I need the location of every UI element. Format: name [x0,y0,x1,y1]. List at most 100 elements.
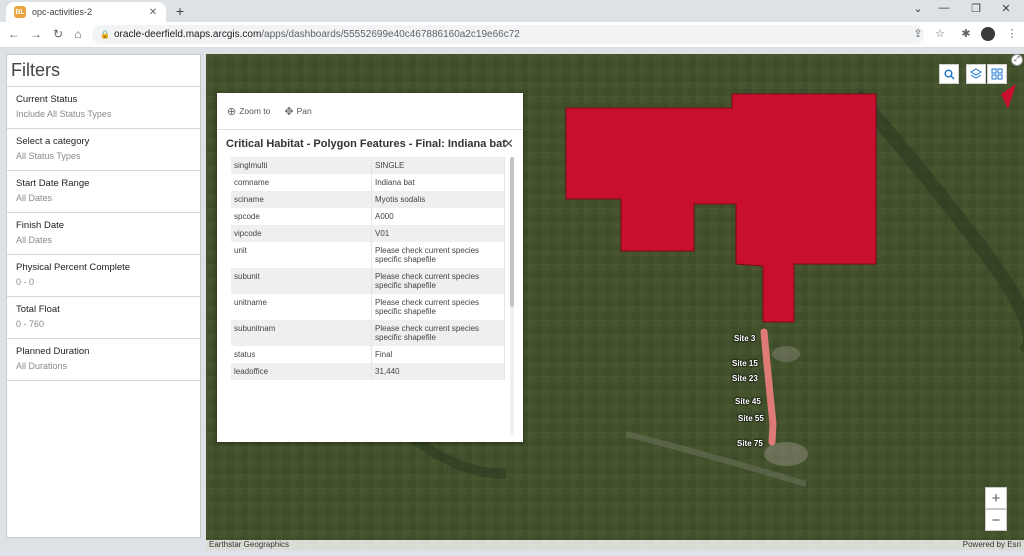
attr-value: 31,440 [371,363,505,380]
expand-icon[interactable]: ⤢ [1011,54,1023,66]
filters-title: Filters [11,60,60,80]
site-label[interactable]: Site 23 [732,374,758,383]
table-row: subunitnam Please check current species s… [231,320,505,346]
attr-value: Indiana bat [371,174,505,191]
address-bar[interactable]: 🔒 oracle-deerfield.maps.arcgis.com /apps… [92,25,924,44]
zoom-in-button[interactable]: + [985,487,1007,509]
popup-title: Critical Habitat - Polygon Features - Fi… [226,138,506,150]
basemap-gallery-button[interactable] [987,64,1007,84]
attribute-table: singlmulti SINGLE comname Indiana bat scin… [231,157,505,380]
browser-toolbar: ← → ↻ ⌂ 🔒 oracle-deerfield.maps.arcgis.c… [0,22,1024,48]
zoom-to-label: Zoom to [239,106,271,116]
maximize-icon[interactable]: ❐ [966,2,986,15]
attr-key: singlmulti [231,157,372,174]
attr-key: vipcode [231,225,372,242]
zoom-out-button[interactable]: − [985,509,1007,531]
attr-key: status [231,346,372,363]
attribution-esri[interactable]: Powered by Esri [963,540,1021,549]
attr-value: Myotis sodalis [371,191,505,208]
layers-icon [970,68,982,79]
table-row: status Final [231,346,505,363]
tab-title: opc-activities-2 [32,7,93,17]
map-attribution: Earthstar Geographics Powered by Esri [206,540,1024,550]
attr-value: Please check current species specific sh… [371,268,505,294]
forward-icon[interactable]: → [28,27,44,41]
zoom-to-action[interactable]: ⊕ Zoom to [227,105,270,118]
url-path: /apps/dashboards/55552699e40c467886160a2… [261,29,520,40]
filter-label: Physical Percent Complete [16,262,131,273]
attr-value: A000 [371,208,505,225]
attr-key: comname [231,174,372,191]
popup-scrollbar[interactable] [510,157,514,435]
filter-label: Current Status [16,94,78,105]
scrollbar-thumb[interactable] [510,157,514,307]
filter-value: All Status Types [16,151,81,161]
table-row: unit Please check current species specifi… [231,242,505,268]
minimize-icon[interactable]: — [934,2,954,14]
table-row: leadoffice 31,440 [231,363,505,380]
attr-value: SINGLE [371,157,505,174]
filter-total-float[interactable]: Total Float 0 - 760 [7,297,200,339]
attr-key: unitname [231,294,372,320]
filter-finish-date[interactable]: Finish Date All Dates [7,213,200,255]
filter-start-date[interactable]: Start Date Range All Dates [7,171,200,213]
back-icon[interactable]: ← [6,27,22,41]
site-label[interactable]: Site 3 [734,334,755,343]
share-icon[interactable]: ⇪ [910,27,926,40]
url-host: oracle-deerfield.maps.arcgis.com [114,29,262,40]
reload-icon[interactable]: ↻ [50,27,66,41]
filter-current-status[interactable]: Current Status Include All Status Types [7,87,200,129]
attr-key: subunitnam [231,320,372,346]
bookmark-star-icon[interactable]: ☆ [932,27,948,40]
tab-search-icon[interactable]: ⌄ [908,2,928,15]
pan-label: Pan [296,106,312,116]
close-icon[interactable]: ✕ [503,136,514,152]
table-row: vipcode V01 [231,225,505,242]
attribution-source: Earthstar Geographics [209,540,290,549]
map-search-button[interactable] [939,64,959,84]
pan-action[interactable]: ✥ Pan [284,105,311,118]
profile-avatar[interactable] [981,27,995,41]
site-label[interactable]: Site 75 [737,439,763,448]
table-row: comname Indiana bat [231,174,505,191]
filter-value: 0 - 0 [16,277,35,287]
filter-value: 0 - 760 [16,319,45,329]
filter-category[interactable]: Select a category All Status Types [7,129,200,171]
popup-header: Critical Habitat - Polygon Features - Fi… [217,129,523,158]
home-icon[interactable]: ⌂ [70,27,86,41]
site-label[interactable]: Site 55 [738,414,764,423]
table-row: spcode A000 [231,208,505,225]
tab-favicon-icon: BL [14,6,26,18]
attr-key: subunit [231,268,372,294]
attr-key: spcode [231,208,372,225]
attr-value: Final [371,346,505,363]
close-window-icon[interactable]: ✕ [996,2,1016,15]
filter-label: Finish Date [16,220,65,231]
menu-kebab-icon[interactable]: ⋮ [1004,27,1020,40]
search-icon [944,69,954,79]
lock-icon: 🔒 [100,30,110,39]
attr-value: V01 [371,225,505,242]
attr-key: leadoffice [231,363,372,380]
layers-button[interactable] [966,64,986,84]
extensions-icon[interactable]: ✱ [958,27,974,40]
site-label[interactable]: Site 45 [735,397,761,406]
new-tab-icon[interactable]: + [172,3,188,19]
tab-close-icon[interactable]: ✕ [146,7,160,18]
attr-value: Please check current species specific sh… [371,294,505,320]
feature-popup: ⊕ Zoom to ✥ Pan Critical Habitat - Polyg… [217,93,523,442]
site-label[interactable]: Site 15 [732,359,758,368]
filter-value: All Dates [16,193,53,203]
browser-tab[interactable]: BL opc-activities-2 ✕ [6,2,166,22]
filter-value: All Durations [16,361,68,371]
attr-key: unit [231,242,372,268]
filter-percent-complete[interactable]: Physical Percent Complete 0 - 0 [7,255,200,297]
popup-actions: ⊕ Zoom to ✥ Pan [217,93,523,129]
filter-planned-duration[interactable]: Planned Duration All Durations [7,339,200,381]
filter-label: Start Date Range [16,178,90,189]
filter-value: All Dates [16,235,53,245]
filter-value: Include All Status Types [16,109,112,119]
filter-label: Total Float [16,304,60,315]
zoom-to-icon: ⊕ [227,105,237,118]
filter-label: Planned Duration [16,346,90,357]
